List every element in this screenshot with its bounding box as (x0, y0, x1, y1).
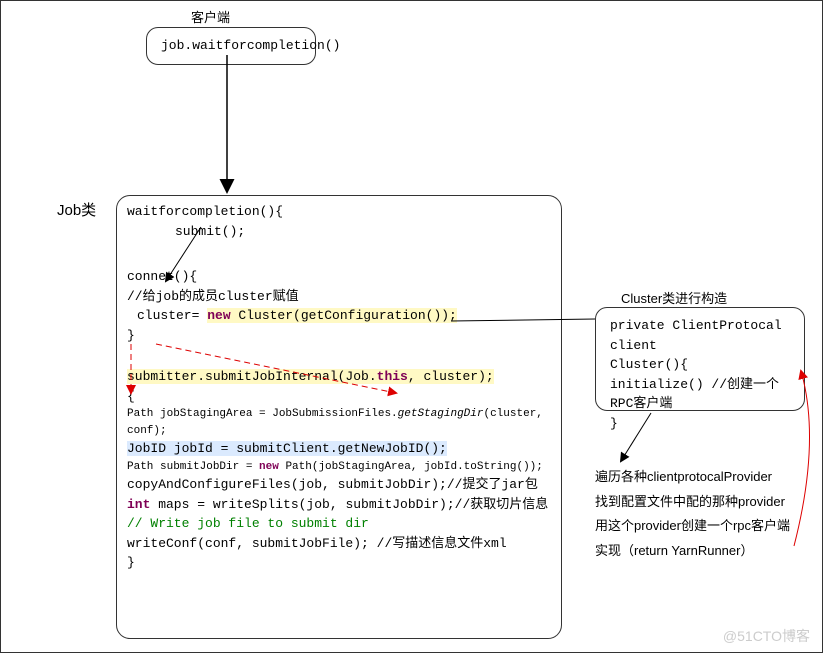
cluster-l1: private ClientProtocal client (610, 316, 790, 355)
desc-l4: 实现（return YarnRunner） (595, 539, 807, 564)
desc-l1: 遍历各种clientprotocalProvider (595, 465, 807, 490)
line-10: JobID jobId = submitClient.getNewJobID()… (127, 439, 551, 459)
cluster-l4: } (610, 414, 790, 434)
client-label: 客户端 (191, 7, 230, 26)
line-12: copyAndConfigureFiles(job, submitJobDir)… (127, 475, 551, 495)
cluster-l3: initialize() //创建一个RPC客户端 (610, 375, 790, 414)
line-3: connet(){ (127, 267, 551, 287)
line-4: //给job的成员cluster赋值 (127, 287, 551, 307)
client-box: job.waitforcompletion() (146, 27, 316, 65)
desc-l3: 用这个provider创建一个rpc客户端 (595, 514, 807, 539)
line-11: Path submitJobDir = new Path(jobStagingA… (127, 459, 551, 476)
line-7: submitter.submitJobInternal(Job.this, cl… (127, 367, 551, 387)
cluster-l2: Cluster(){ (610, 355, 790, 375)
line-1: waitforcompletion(){ (127, 202, 551, 222)
line-9: Path jobStagingArea = JobSubmissionFiles… (127, 406, 551, 439)
line-8: { (127, 387, 551, 407)
line-15: writeConf(conf, submitJobFile); //写描述信息文… (127, 534, 551, 554)
watermark: @51CTO博客 (723, 626, 810, 646)
main-code-box: waitforcompletion(){ submit(); connet(){… (116, 195, 562, 639)
line-5: cluster= new Cluster(getConfiguration())… (137, 306, 551, 326)
line-16: } (127, 553, 551, 573)
description-text: 遍历各种clientprotocalProvider 找到配置文件中配的那种pr… (595, 465, 807, 564)
cluster-class-label: Cluster类进行构造 (621, 288, 727, 307)
cluster-box: private ClientProtocal client Cluster(){… (595, 307, 805, 411)
line-14: // Write job file to submit dir (127, 514, 551, 534)
job-class-label: Job类 (57, 199, 96, 220)
desc-l2: 找到配置文件中配的那种provider (595, 490, 807, 515)
line-13: int maps = writeSplits(job, submitJobDir… (127, 495, 551, 515)
client-call: job.waitforcompletion() (161, 38, 340, 53)
line-6: } (127, 326, 551, 346)
line-2: submit(); (175, 222, 551, 242)
